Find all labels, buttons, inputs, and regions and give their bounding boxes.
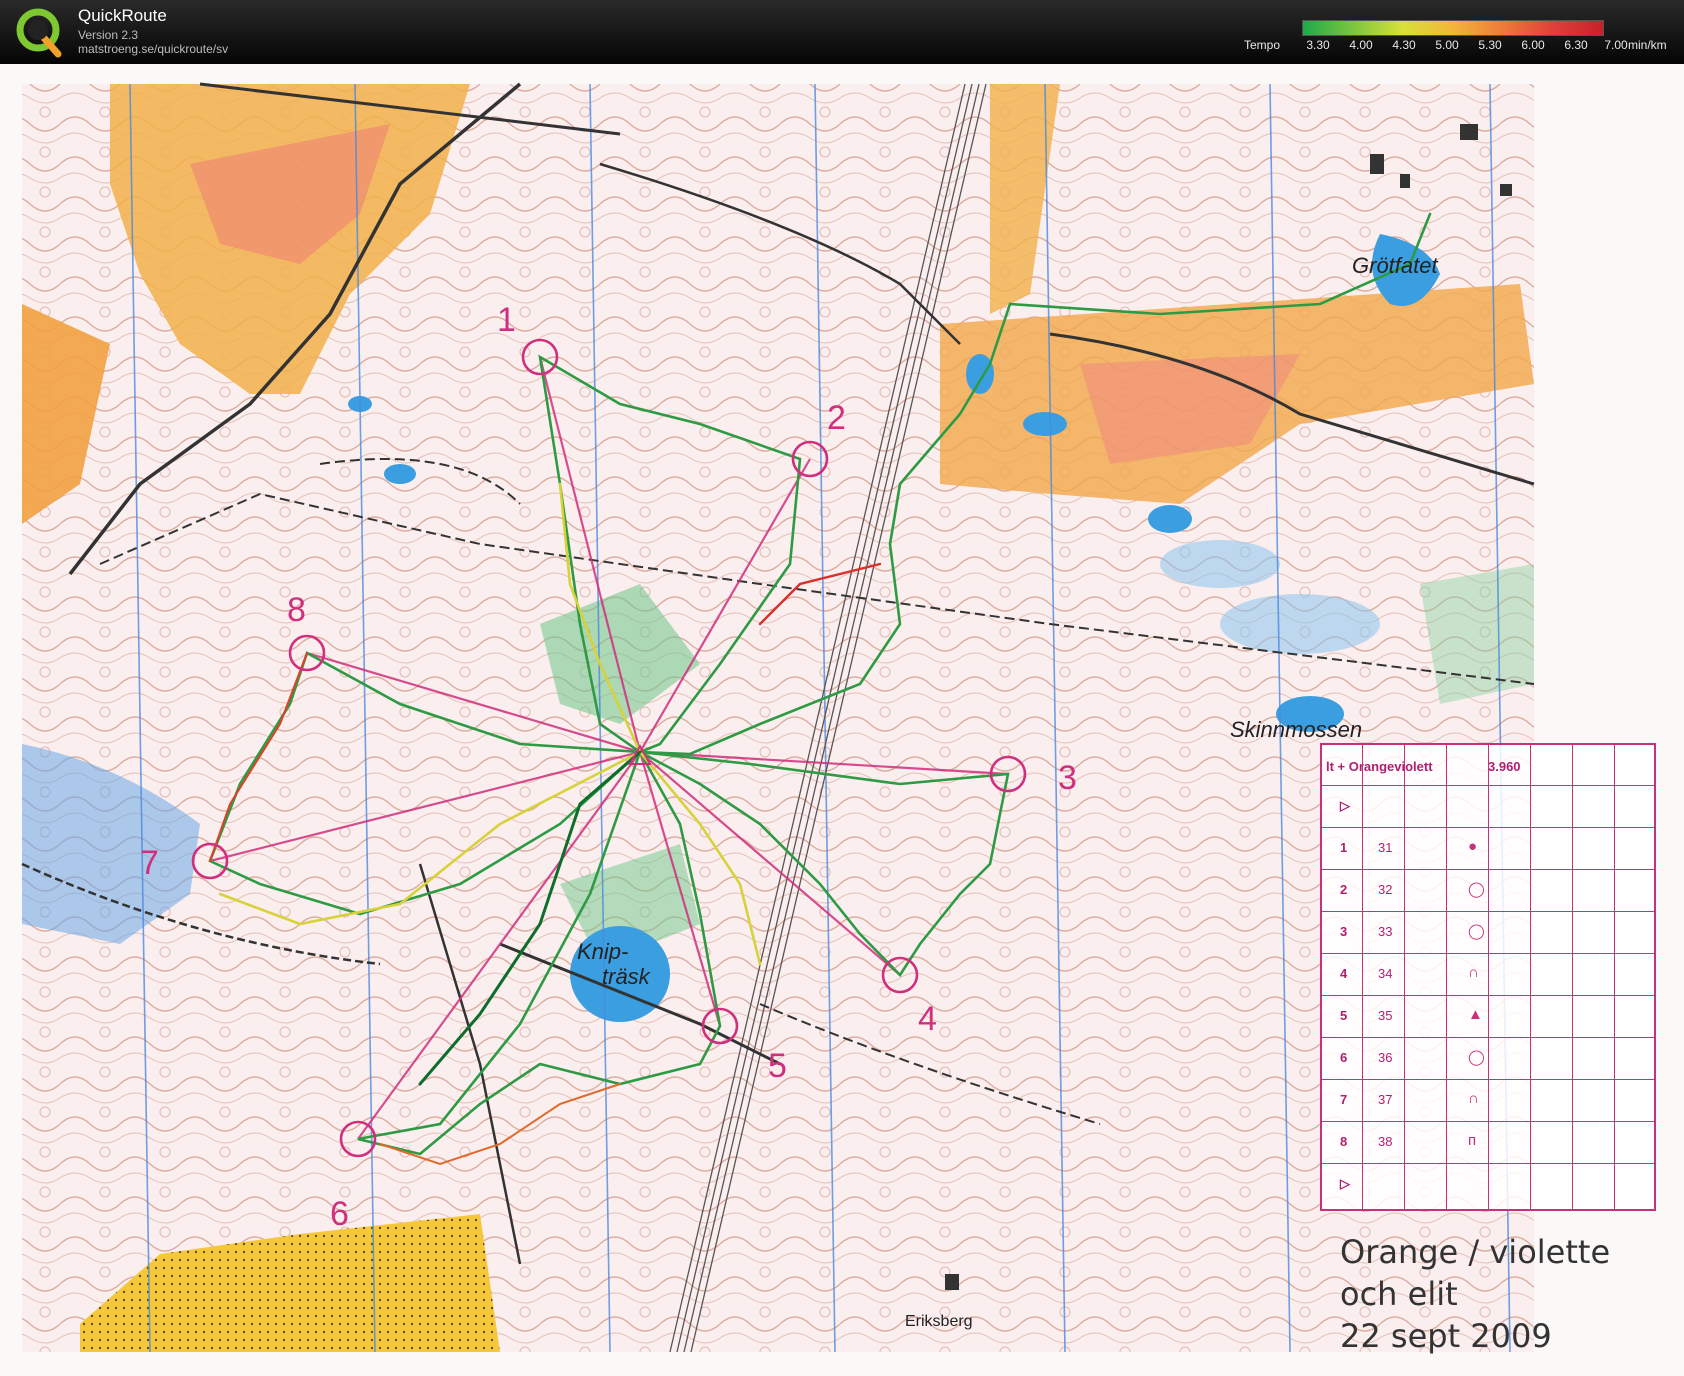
tempo-tick: 4.00 <box>1349 38 1373 52</box>
description-row: 5 35 ▲ <box>1322 995 1654 1037</box>
quickroute-app: QuickRoute Version 2.3 matstroeng.se/qui… <box>0 0 1684 1376</box>
tempo-tick: 6.00 <box>1521 38 1545 52</box>
description-row: 7 37 ∩ <box>1322 1079 1654 1121</box>
tempo-tick: 7.00 <box>1604 38 1628 52</box>
control-number-7: 7 <box>140 844 159 882</box>
start-symbol: ▷ <box>1340 798 1350 813</box>
description-row: 3 33 ◯ <box>1322 911 1654 953</box>
app-url: matstroeng.se/quickroute/sv <box>78 42 229 56</box>
course-name: lt + Orangeviolett <box>1326 759 1433 774</box>
row-code: 34 <box>1378 966 1393 981</box>
header-bar: QuickRoute Version 2.3 matstroeng.se/qui… <box>0 0 1684 64</box>
row-symbol: ◯ <box>1468 923 1485 940</box>
finish-symbol: ▷ <box>1340 1176 1350 1191</box>
description-row: 4 34 ∩ <box>1322 953 1654 995</box>
row-code: 35 <box>1378 1008 1393 1023</box>
tempo-tick: 6.30 <box>1564 38 1588 52</box>
row-code: 36 <box>1378 1050 1393 1065</box>
row-symbol: ∩ <box>1468 964 1479 981</box>
green-vegetation <box>1420 564 1534 704</box>
control-description-sheet: lt + Orangeviolett 3.960 ▷ 1 31 ● 2 32 ◯… <box>1320 743 1656 1211</box>
control-number-1: 1 <box>497 301 516 339</box>
finish-row: ▷ <box>1322 1163 1654 1205</box>
tempo-tick: 3.30 <box>1306 38 1330 52</box>
row-number: 7 <box>1340 1092 1348 1107</box>
row-number: 5 <box>1340 1008 1348 1023</box>
row-symbol: ● <box>1468 838 1478 855</box>
quickroute-logo-icon <box>16 8 62 58</box>
row-number: 6 <box>1340 1050 1348 1065</box>
tempo-unit: min/km <box>1628 38 1667 52</box>
place-name-knip: Knip- <box>577 939 628 964</box>
marsh <box>1220 594 1380 654</box>
pond <box>1023 412 1067 436</box>
app-version: Version 2.3 <box>78 28 139 42</box>
row-code: 38 <box>1378 1134 1393 1149</box>
place-name-eriksberg: Eriksberg <box>905 1313 973 1330</box>
row-code: 31 <box>1378 840 1393 855</box>
row-number: 4 <box>1340 966 1348 981</box>
course-length: 3.960 <box>1488 759 1521 774</box>
control-number-4: 4 <box>918 1000 937 1038</box>
tempo-tick: 5.00 <box>1435 38 1459 52</box>
row-code: 32 <box>1378 882 1393 897</box>
place-name-skinnmossen: Skinnmossen <box>1230 717 1362 742</box>
row-number: 8 <box>1340 1134 1348 1149</box>
pond <box>384 464 416 484</box>
row-symbol: ◯ <box>1468 1049 1485 1066</box>
description-row: 2 32 ◯ <box>1322 869 1654 911</box>
control-number-5: 5 <box>768 1047 787 1085</box>
row-symbol: ∩ <box>1468 1090 1479 1107</box>
pond <box>1148 505 1192 533</box>
note-line: och elit <box>1340 1275 1458 1313</box>
row-code: 37 <box>1378 1092 1393 1107</box>
marsh <box>1160 540 1280 588</box>
row-number: 1 <box>1340 840 1348 855</box>
app-title: QuickRoute <box>78 6 167 25</box>
control-number-6: 6 <box>330 1195 349 1233</box>
row-symbol: ᴨ <box>1468 1132 1477 1149</box>
control-number-2: 2 <box>827 399 846 437</box>
row-symbol: ▲ <box>1468 1006 1483 1023</box>
tempo-legend: Tempo 3.30 4.00 4.30 5.00 5.30 6.00 6.30… <box>1244 18 1684 58</box>
tempo-color-scale <box>1302 20 1604 36</box>
tempo-label: Tempo <box>1244 38 1281 52</box>
description-row: 6 36 ◯ <box>1322 1037 1654 1079</box>
place-name-grotfatet: Grötfatet <box>1352 253 1438 278</box>
start-row: ▷ <box>1322 785 1654 827</box>
pond <box>966 354 994 394</box>
handwritten-note: Orange / violette och elit 22 sept 2009 <box>1340 1231 1610 1357</box>
row-code: 33 <box>1378 924 1393 939</box>
tempo-tick: 5.30 <box>1478 38 1502 52</box>
row-symbol: ◯ <box>1468 881 1485 898</box>
note-line: 22 sept 2009 <box>1340 1317 1552 1355</box>
description-row: 8 38 ᴨ <box>1322 1121 1654 1163</box>
tempo-tick: 4.30 <box>1392 38 1416 52</box>
row-number: 2 <box>1340 882 1348 897</box>
note-line: Orange / violette <box>1340 1233 1611 1271</box>
row-number: 3 <box>1340 924 1348 939</box>
control-number-3: 3 <box>1058 759 1077 797</box>
place-name-trask: träsk <box>602 964 651 989</box>
description-row: 1 31 ● <box>1322 827 1654 869</box>
control-number-8: 8 <box>287 591 306 629</box>
